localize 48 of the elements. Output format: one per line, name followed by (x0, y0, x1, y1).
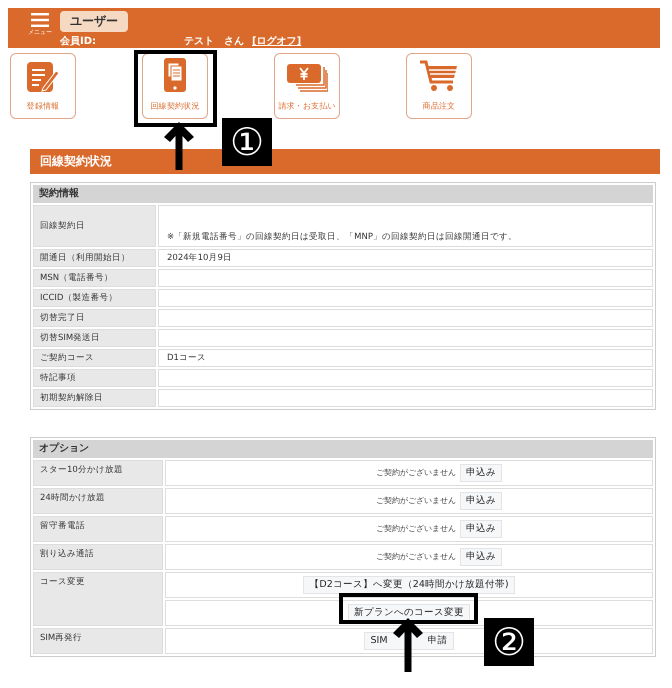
action-button[interactable]: 申込み (460, 520, 502, 538)
nav-tile[interactable]: 登録情報 (10, 53, 76, 119)
status-text: ご契約がございません (376, 553, 456, 561)
menu-icon[interactable] (31, 13, 49, 27)
row-label: SIM再発行 (33, 628, 163, 654)
nav-tile[interactable]: 商品注文 (406, 53, 472, 119)
tile-label: 登録情報 (26, 100, 60, 112)
row-label: 初期契約解除日 (33, 389, 156, 407)
status-text: ご契約がございません (376, 497, 456, 505)
form-pencil-icon (25, 61, 61, 93)
tile-label: 商品注文 (422, 100, 456, 112)
nav-tile[interactable]: 請求・お支払い (274, 53, 340, 119)
status-text: ご契約がございません (376, 469, 456, 477)
table-cell: 2024年10月9日 (158, 249, 653, 267)
row-label: スター10分かけ放題 (33, 460, 163, 486)
row-label: ご契約コース (33, 349, 156, 367)
up-arrow (392, 618, 424, 672)
row-label: 開通日（利用開始日） (33, 249, 156, 267)
row-label: MSN（電話番号） (33, 269, 156, 287)
up-arrow (163, 122, 195, 170)
yen-bills-icon (286, 63, 328, 93)
tile-label: 請求・お支払い (278, 100, 336, 112)
table-cell: ※「新規電話番号」の回線契約日は受取日、「MNP」の回線契約日は回線開通日です。 (158, 205, 653, 247)
row-label: 24時間かけ放題 (33, 488, 163, 514)
step-number: ② (484, 618, 534, 666)
user-name: テスト さん (184, 35, 244, 48)
tile-label: 回線契約状況 (150, 100, 200, 112)
row-label: 切替SIM発送日 (33, 329, 156, 347)
row-label: 留守番電話 (33, 516, 163, 542)
nav-tile[interactable]: 回線契約状況 (142, 53, 208, 119)
action-button[interactable]: 申込み (460, 492, 502, 510)
shopping-cart-icon (419, 59, 459, 93)
action-button[interactable]: 申込み (460, 548, 502, 566)
status-text: ご契約がございません (376, 525, 456, 533)
row-label: コース変更 (33, 572, 163, 626)
table-header: 契約情報 (33, 185, 653, 203)
row-label: 切替完了日 (33, 309, 156, 327)
table-cell: D1コース (158, 349, 653, 367)
user-badge: ユーザー (60, 11, 128, 32)
row-label: ICCID（製造番号） (33, 289, 156, 307)
table-header: オプション (33, 440, 653, 458)
member-id-label: 会員ID: (60, 34, 96, 48)
row-label: 回線契約日 (33, 205, 156, 247)
row-label: 特記事項 (33, 369, 156, 387)
tablet-document-icon (163, 57, 187, 93)
action-button[interactable]: 申込み (460, 464, 502, 482)
row-label: 割り込み通話 (33, 544, 163, 570)
action-button[interactable]: 【D2コース】へ変更（24時間かけ放題付帯) (303, 576, 515, 594)
